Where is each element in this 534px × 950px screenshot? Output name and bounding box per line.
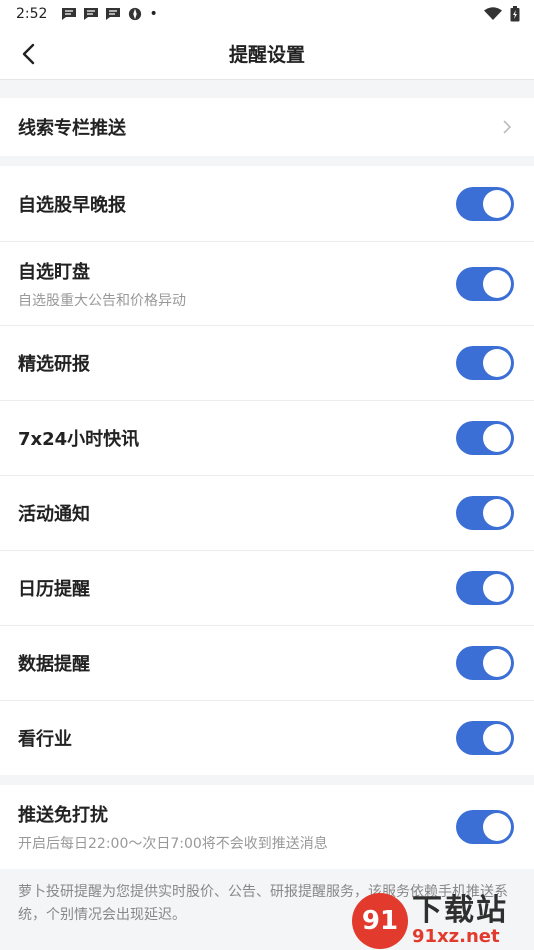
app-notification-icon [129,7,142,21]
setting-row-watchlist-report: 自选股早晚报 [0,166,534,242]
setting-text: 活动通知 [18,500,90,526]
setting-label: 自选盯盘 [18,261,90,283]
activity-notice-toggle[interactable] [456,496,514,530]
section-gap [0,775,534,785]
setting-text: 7x24小时快讯 [18,425,139,451]
push-settings-list: 自选股早晚报 自选盯盘 自选股重大公告和价格异动 精选研报 7x24小时快讯 活… [0,166,534,775]
dnd-label: 推送免打扰 [18,805,108,826]
toggle-knob [483,813,511,841]
dnd-description: 开启后每日22:00～次日7:00将不会收到推送消息 [18,836,328,852]
toggle-knob [483,424,511,452]
industry-toggle[interactable] [456,721,514,755]
watermark-url: 91xz.net [412,926,500,947]
toggle-knob [483,724,511,752]
watermark-text: 下载站 91xz.net [412,896,508,946]
setting-label: 活动通知 [18,504,90,525]
setting-text: 日历提醒 [18,575,90,601]
watermark-logo-icon: 91 [352,893,408,949]
setting-label: 7x24小时快讯 [18,429,140,450]
message-icon [62,8,77,20]
section-gap [0,156,534,166]
setting-row-data-reminder: 数据提醒 [0,626,534,701]
setting-text: 数据提醒 [18,650,90,676]
nav-bar: 提醒设置 [0,28,534,80]
do-not-disturb-toggle[interactable] [456,810,514,844]
setting-row-activity-notice: 活动通知 [0,476,534,551]
status-left: 2:52 • [16,6,158,22]
flash-news-toggle[interactable] [456,421,514,455]
watchlist-report-toggle[interactable] [456,186,514,221]
setting-row-industry: 看行业 [0,701,534,775]
chevron-right-icon [503,120,512,134]
watchlist-monitor-toggle[interactable] [456,266,514,301]
setting-text: 自选股早晚报 [18,191,126,217]
calendar-reminder-toggle[interactable] [456,571,514,605]
section-gap [0,80,534,98]
message-icon [106,8,121,20]
setting-label: 看行业 [18,729,72,750]
status-right [484,6,520,22]
toggle-knob [483,349,511,377]
wifi-icon [484,7,502,20]
setting-row-calendar-reminder: 日历提醒 [0,551,534,626]
setting-text: 自选盯盘 自选股重大公告和价格异动 [18,258,186,310]
back-arrow-icon [22,43,35,65]
battery-icon [510,6,520,22]
data-reminder-toggle[interactable] [456,646,514,680]
back-button[interactable] [12,38,44,70]
toggle-knob [483,499,511,527]
more-notifications-dot: • [149,6,158,22]
watermark-site-name: 下载站 [412,893,508,928]
watermark: 91 下载站 91xz.net [352,892,530,950]
status-bar: 2:52 • [0,0,534,28]
setting-label: 数据提醒 [18,654,90,675]
clue-column-push-label: 线索专栏推送 [18,118,126,139]
setting-row-do-not-disturb: 推送免打扰 开启后每日22:00～次日7:00将不会收到推送消息 [0,785,534,869]
toggle-knob [483,574,511,602]
message-icon [84,8,99,20]
selected-research-toggle[interactable] [456,346,514,380]
setting-row-flash-news: 7x24小时快讯 [0,401,534,476]
page-title: 提醒设置 [228,44,305,66]
setting-label: 自选股早晚报 [18,194,126,216]
setting-text: 精选研报 [18,350,90,376]
setting-label: 日历提醒 [18,579,90,600]
toggle-knob [483,649,511,677]
status-time: 2:52 [16,6,48,22]
setting-row-watchlist-monitor: 自选盯盘 自选股重大公告和价格异动 [0,242,534,326]
setting-text: 推送免打扰 开启后每日22:00～次日7:00将不会收到推送消息 [18,801,328,853]
toggle-knob [483,189,511,218]
setting-label: 精选研报 [18,354,90,375]
setting-row-selected-research: 精选研报 [0,326,534,401]
setting-description: 自选股重大公告和价格异动 [18,292,186,309]
toggle-knob [483,269,511,298]
setting-text: 看行业 [18,725,72,751]
clue-column-push-row[interactable]: 线索专栏推送 [0,98,534,156]
